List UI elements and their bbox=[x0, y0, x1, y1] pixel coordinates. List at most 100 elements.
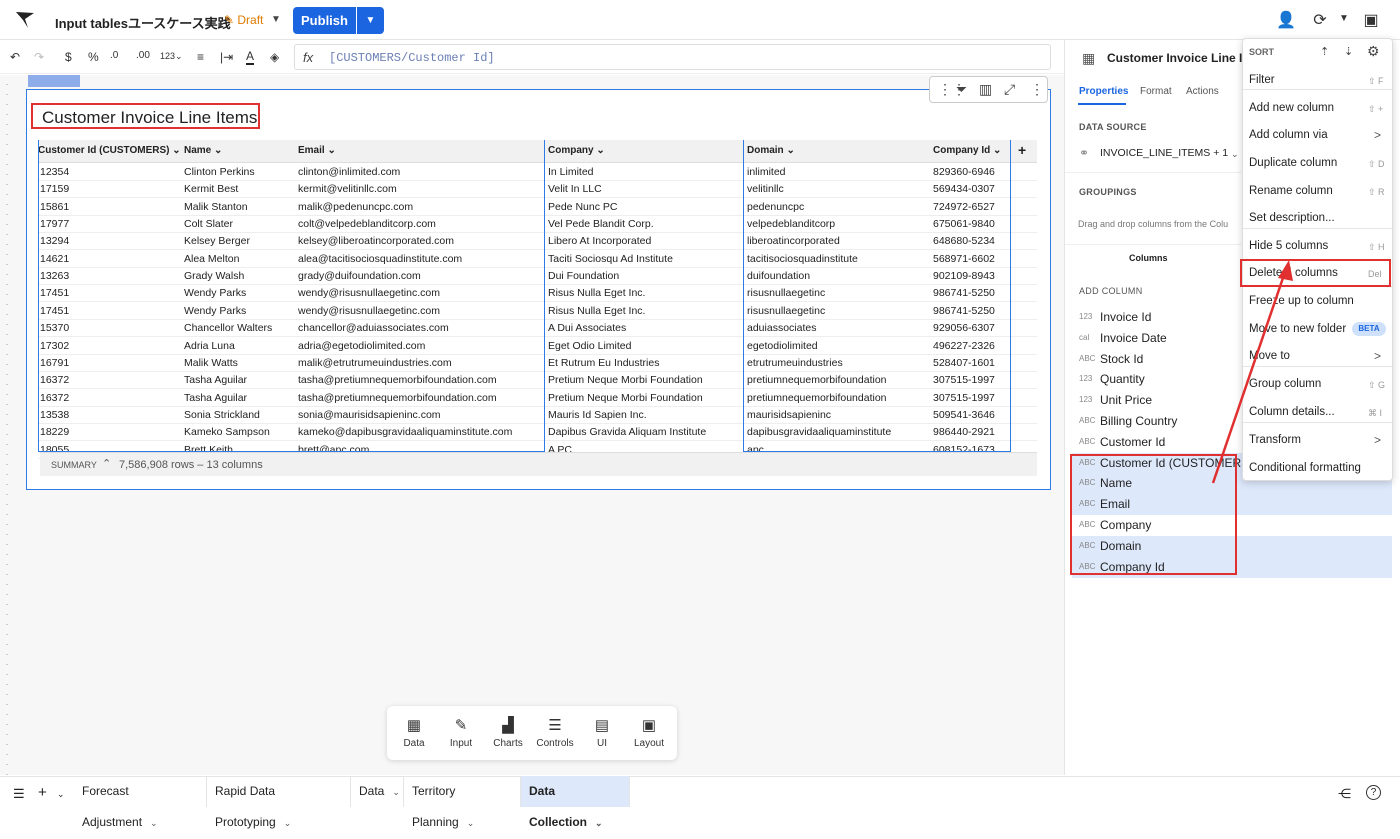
currency-icon[interactable]: $ bbox=[65, 50, 72, 64]
add-column-label[interactable]: ADD COLUMN bbox=[1079, 286, 1143, 296]
add-column-icon[interactable]: + bbox=[1018, 142, 1026, 158]
column-type-icon: cal bbox=[1079, 332, 1090, 342]
table-icon: ▦ bbox=[1082, 50, 1096, 66]
more-icon[interactable]: ⋮ bbox=[1030, 81, 1044, 98]
add-user-icon[interactable]: 👤 bbox=[1275, 10, 1297, 30]
table-cell[interactable]: Risus Nulla Eget Inc. bbox=[548, 287, 645, 299]
chevron-down-icon[interactable]: ⌄ bbox=[1231, 149, 1239, 160]
menu-item[interactable]: Set description... bbox=[1249, 212, 1335, 224]
help-icon[interactable]: ? bbox=[1366, 785, 1381, 800]
refresh-icon[interactable]: ⟳ bbox=[1309, 10, 1331, 30]
summary-text: 7,586,908 rows – 13 columns bbox=[119, 459, 263, 471]
tab-properties[interactable]: Properties bbox=[1079, 86, 1128, 97]
dock-layout-button[interactable]: ▣ Layout bbox=[629, 716, 669, 749]
text-color-icon[interactable]: A bbox=[246, 49, 255, 65]
menu-item[interactable]: Hide 5 columns bbox=[1249, 240, 1328, 252]
table-cell[interactable]: Taciti Sociosqu Ad Institute bbox=[548, 253, 673, 265]
table-cell[interactable]: Dui Foundation bbox=[548, 270, 619, 282]
column-header[interactable]: Company ⌄ bbox=[548, 145, 605, 156]
table-cell[interactable]: Libero At Incorporated bbox=[548, 235, 651, 247]
sort-descending-icon[interactable]: ⇣ bbox=[1344, 45, 1353, 58]
undo-icon[interactable]: ↶ bbox=[10, 50, 20, 64]
dock-data-button[interactable]: ▦ Data bbox=[394, 716, 434, 749]
increase-decimal-icon[interactable]: .00 bbox=[136, 50, 150, 61]
formula-bar[interactable]: fx [CUSTOMERS/Customer Id] bbox=[294, 44, 1051, 70]
draft-status[interactable]: ✎ Draft bbox=[224, 13, 263, 27]
menu-item[interactable]: Add new column bbox=[1249, 102, 1334, 114]
page-tab[interactable]: Territory Planning ⌄ bbox=[404, 776, 521, 829]
dock-controls-button[interactable]: ☰ Controls bbox=[535, 716, 575, 749]
table-title[interactable]: Customer Invoice Line Items bbox=[42, 108, 257, 128]
formula-text[interactable]: [CUSTOMERS/Customer Id] bbox=[329, 51, 495, 65]
page-tab[interactable]: Rapid Data Prototyping ⌄ bbox=[207, 776, 351, 829]
chart-icon: ▟ bbox=[502, 717, 514, 734]
page-tab[interactable]: Data Collection ⌄ bbox=[521, 776, 630, 829]
chevron-down-icon[interactable]: ⌄ bbox=[57, 789, 65, 800]
page-tab[interactable]: Forecast Adjustment ⌄ bbox=[74, 776, 207, 829]
chevron-down-icon[interactable]: ⌄ bbox=[392, 787, 400, 797]
table-cell[interactable]: Velit In LLC bbox=[548, 183, 602, 195]
dock-label: Data bbox=[403, 738, 425, 749]
chevron-up-icon[interactable]: ⌃ bbox=[102, 457, 111, 470]
table-cell[interactable]: Et Rutrum Eu Industries bbox=[548, 357, 659, 369]
tab-format[interactable]: Format bbox=[1140, 86, 1172, 97]
tab-actions[interactable]: Actions bbox=[1186, 86, 1219, 97]
panel-toggle-icon[interactable]: ▣ bbox=[1360, 10, 1382, 30]
join-icon: ⚭ bbox=[1079, 146, 1090, 160]
dock-charts-button[interactable]: ▟ Charts bbox=[488, 716, 528, 749]
sort-ascending-icon[interactable]: ⇡ bbox=[1320, 45, 1329, 58]
chevron-down-icon[interactable]: ⌄ bbox=[150, 818, 158, 828]
chevron-down-icon[interactable]: ⌄ bbox=[595, 818, 603, 828]
page-tab[interactable]: Data ⌄ bbox=[351, 776, 404, 807]
publish-dropdown-button[interactable]: ▼ bbox=[357, 7, 384, 34]
menu-item[interactable]: Duplicate column bbox=[1249, 157, 1337, 169]
table-cell[interactable]: Pede Nunc PC bbox=[548, 201, 617, 213]
table-cell[interactable]: Eget Odio Limited bbox=[548, 340, 631, 352]
number-format-icon[interactable]: 123⌄ bbox=[160, 51, 183, 62]
table-cell[interactable]: A Dui Associates bbox=[548, 322, 626, 334]
add-page-icon[interactable]: + bbox=[38, 784, 47, 801]
expand-icon[interactable]: ⤢ bbox=[1004, 81, 1015, 98]
workbook-title[interactable]: Input tablesユースケース実践 bbox=[55, 13, 231, 32]
chevron-down-icon[interactable]: ⌄ bbox=[284, 818, 292, 828]
table-title-highlight: Customer Invoice Line Items bbox=[31, 103, 260, 129]
fill-color-icon[interactable]: ◈ bbox=[270, 50, 279, 64]
menu-icon[interactable]: ☰ bbox=[13, 786, 25, 802]
data-source-label: DATA SOURCE bbox=[1079, 122, 1147, 132]
chevron-right-icon: > bbox=[1374, 349, 1382, 363]
chart-add-icon[interactable]: ▥ bbox=[979, 81, 992, 98]
settings-icon[interactable]: ⚙ bbox=[1367, 43, 1380, 60]
table-cell[interactable]: Mauris Id Sapien Inc. bbox=[548, 409, 647, 421]
column-name: Invoice Date bbox=[1100, 330, 1167, 345]
table-summary[interactable]: SUMMARY ⌃ 7,586,908 rows – 13 columns bbox=[40, 452, 1037, 476]
publish-button[interactable]: Publish bbox=[293, 7, 356, 34]
table-cell[interactable]: Pretium Neque Morbi Foundation bbox=[548, 392, 703, 404]
element-handle[interactable] bbox=[28, 75, 80, 87]
filter-icon[interactable]: ⏷ bbox=[956, 81, 967, 98]
table-cell[interactable]: Pretium Neque Morbi Foundation bbox=[548, 374, 703, 386]
chevron-down-icon[interactable]: ▼ bbox=[271, 14, 281, 25]
data-source-value[interactable]: INVOICE_LINE_ITEMS + 1 bbox=[1100, 147, 1228, 159]
column-name: Unit Price bbox=[1100, 393, 1153, 408]
chevron-down-icon[interactable]: ⌄ bbox=[467, 818, 475, 828]
table-cell[interactable]: Risus Nulla Eget Inc. bbox=[548, 305, 645, 317]
table-cell[interactable]: Dapibus Gravida Aliquam Institute bbox=[548, 426, 706, 438]
menu-item[interactable]: Add column via bbox=[1249, 129, 1328, 141]
dock-input-button[interactable]: ✎ Input bbox=[441, 716, 481, 749]
table-cell[interactable]: Vel Pede Blandit Corp. bbox=[548, 218, 654, 230]
chevron-down-icon[interactable]: ▼ bbox=[1333, 13, 1355, 33]
percent-icon[interactable]: % bbox=[88, 50, 99, 64]
redo-icon[interactable]: ↷ bbox=[34, 50, 44, 64]
menu-item[interactable]: Filter bbox=[1249, 74, 1275, 86]
table-cell[interactable]: In Limited bbox=[548, 166, 594, 178]
app-logo[interactable] bbox=[14, 10, 36, 30]
dock-ui-button[interactable]: ▤ UI bbox=[582, 716, 622, 749]
annotation-arrow bbox=[1211, 260, 1293, 484]
menu-item[interactable]: Rename column bbox=[1249, 185, 1333, 197]
text-wrap-icon[interactable]: |⇥ bbox=[220, 50, 233, 64]
data-table: Customer Id (CUSTOMERS) ⌄ Name ⌄ Email ⌄… bbox=[38, 140, 1037, 474]
align-left-icon[interactable]: ≡ bbox=[197, 50, 204, 64]
share-icon[interactable]: ⋲ bbox=[1338, 786, 1351, 802]
decrease-decimal-icon[interactable]: .0 bbox=[110, 50, 118, 61]
menu-divider bbox=[1243, 228, 1392, 229]
